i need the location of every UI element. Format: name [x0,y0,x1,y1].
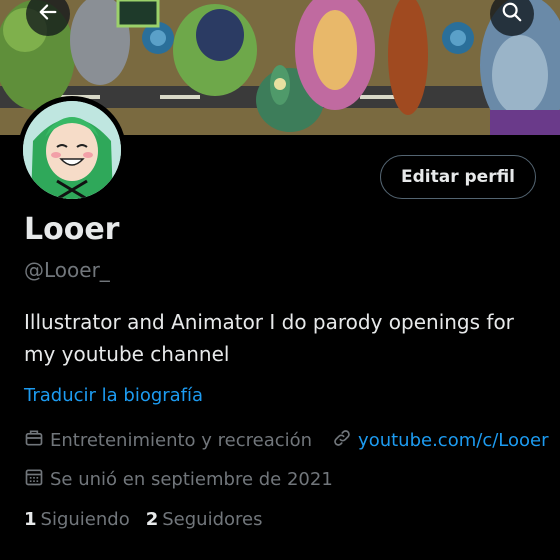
translate-bio-link[interactable]: Traducir la biografía [24,385,203,406]
follow-stats: 1 Siguiendo 2 Seguidores [24,509,262,530]
followers-link[interactable]: 2 Seguidores [146,509,263,530]
avatar-image [23,101,121,199]
profile-name: Looer [24,212,120,247]
link-icon [332,428,358,453]
bio-line: my youtube channel [24,342,230,366]
joined-item: Se unió en septiembre de 2021 [24,467,333,492]
search-icon [501,1,523,27]
followers-count: 2 [145,509,159,530]
website-link[interactable]: youtube.com/c/Looer [358,430,548,451]
profile-meta-row: Se unió en septiembre de 2021 [24,467,333,492]
profile-meta-row: Entretenimiento y recreación youtube.com… [24,428,549,453]
category-item: Entretenimiento y recreación [24,428,312,453]
profile-bio: Illustrator and Animator I do parody ope… [24,306,544,370]
joined-label: Se unió en septiembre de 2021 [50,469,333,490]
edit-profile-button[interactable]: Editar perfil [380,155,536,199]
category-label: Entretenimiento y recreación [50,430,313,451]
following-label: Siguiendo [40,509,130,530]
bio-line: Illustrator and Animator I do parody ope… [24,310,514,334]
arrow-left-icon [37,1,59,27]
following-link[interactable]: 1 Siguiendo [24,509,130,530]
followers-label: Seguidores [162,509,263,530]
following-count: 1 [24,509,37,530]
briefcase-icon [24,428,50,453]
calendar-icon [24,467,50,492]
profile-handle: @Looer_ [24,258,110,282]
website-item[interactable]: youtube.com/c/Looer [332,428,549,453]
avatar[interactable] [18,96,126,204]
